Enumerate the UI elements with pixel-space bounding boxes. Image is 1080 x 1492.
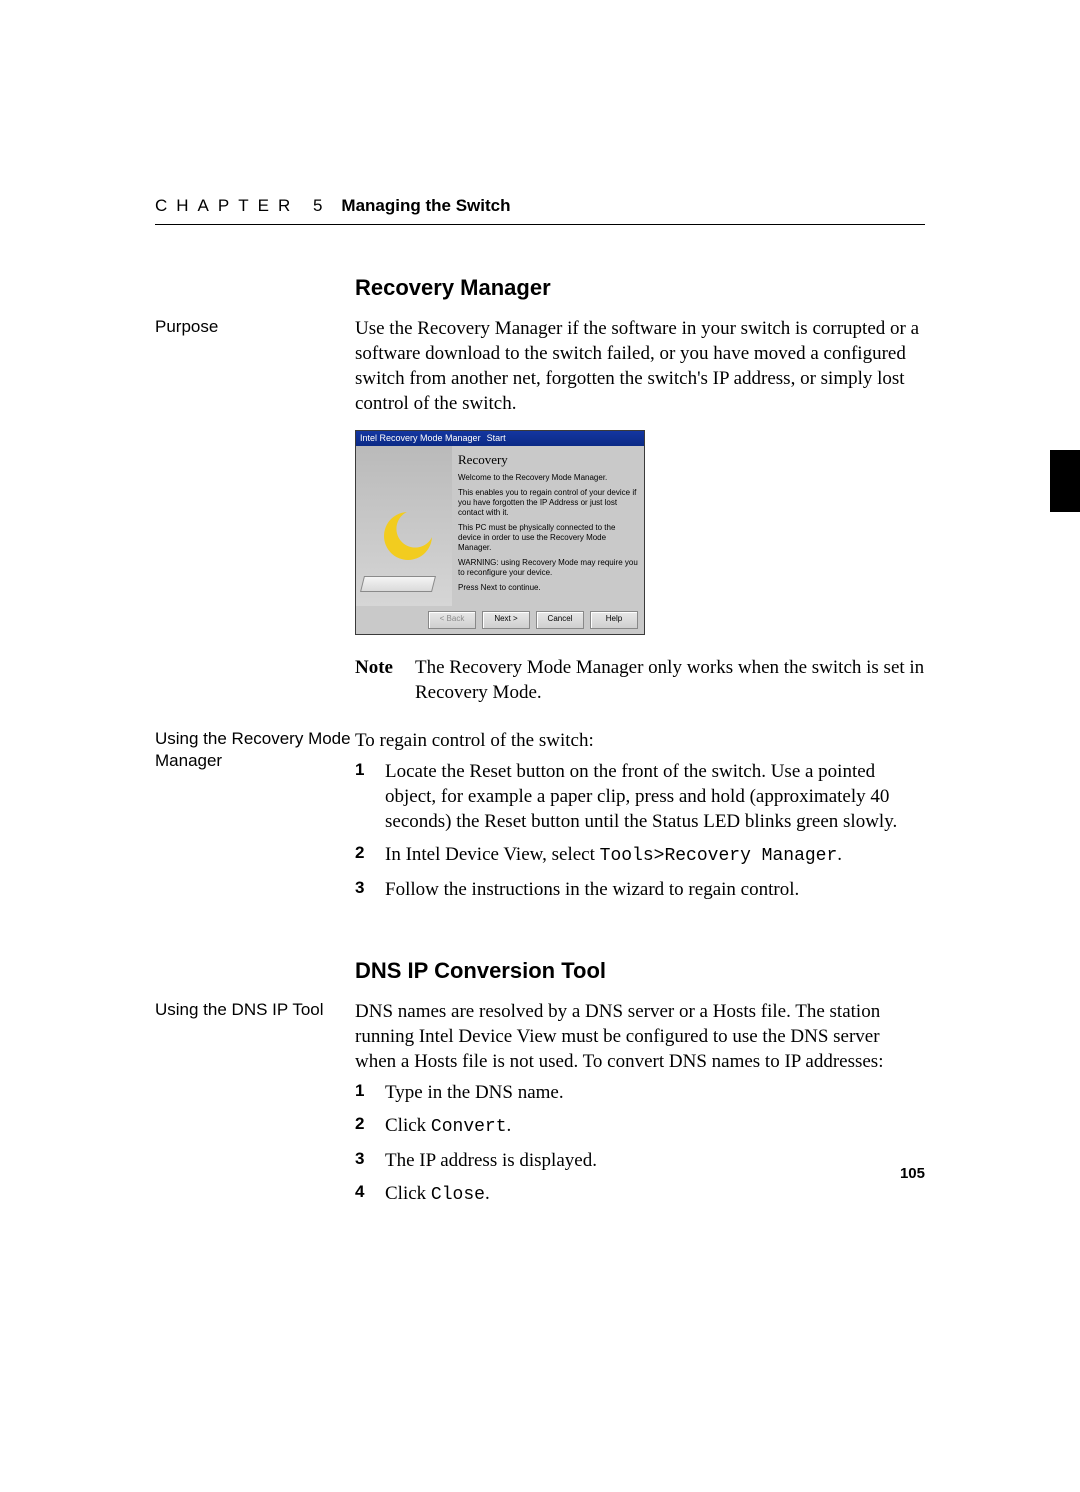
- step-list: Locate the Reset button on the front of …: [355, 759, 925, 902]
- step-text: .: [485, 1183, 490, 1204]
- moon-icon: [384, 512, 432, 560]
- page-number: 105: [900, 1165, 925, 1182]
- chapter-title: Managing the Switch: [341, 196, 510, 216]
- wizard-line: Press Next to continue.: [458, 583, 638, 593]
- next-button[interactable]: Next >: [482, 611, 530, 629]
- section-heading: Recovery Manager: [355, 273, 925, 302]
- section-tab: [1050, 450, 1080, 512]
- step-text: Click: [385, 1183, 431, 1204]
- cancel-button[interactable]: Cancel: [536, 611, 584, 629]
- step-text: Click: [385, 1115, 431, 1136]
- section-row: DNS IP Conversion Tool: [155, 956, 925, 999]
- wizard-button-row: < Back Next > Cancel Help: [356, 606, 644, 634]
- purpose-row: Purpose Use the Recovery Manager if the …: [155, 316, 925, 727]
- note-label: Note: [355, 655, 415, 705]
- note: Note The Recovery Mode Manager only work…: [355, 655, 925, 705]
- list-item: Click Close.: [355, 1181, 925, 1208]
- device-icon: [360, 576, 436, 592]
- note-text: The Recovery Mode Manager only works whe…: [415, 655, 925, 705]
- wizard-line: Welcome to the Recovery Mode Manager.: [458, 473, 638, 483]
- step-text: Type in the DNS name.: [385, 1082, 564, 1103]
- running-header: CHAPTER 5 Managing the Switch: [155, 196, 925, 216]
- list-item: Type in the DNS name.: [355, 1080, 925, 1105]
- sidebar-label: Using the Recovery Mode Manager: [155, 728, 355, 774]
- list-item: The IP address is displayed.: [355, 1148, 925, 1173]
- ui-path: Convert: [431, 1117, 507, 1137]
- body-text: To regain control of the switch:: [355, 728, 925, 753]
- wizard-sidebar-image: [356, 446, 452, 606]
- content: Recovery Manager Purpose Use the Recover…: [155, 273, 925, 1216]
- list-item: Follow the instructions in the wizard to…: [355, 877, 925, 902]
- list-item: Click Convert.: [355, 1113, 925, 1140]
- section-row: Recovery Manager: [155, 273, 925, 316]
- back-button[interactable]: < Back: [428, 611, 476, 629]
- step-text: In Intel Device View, select: [385, 844, 600, 865]
- help-button[interactable]: Help: [590, 611, 638, 629]
- chapter-label: CHAPTER 5: [155, 196, 331, 216]
- list-item: Locate the Reset button on the front of …: [355, 759, 925, 834]
- step-text: Locate the Reset button on the front of …: [385, 761, 897, 832]
- wizard-heading: Recovery: [458, 452, 638, 468]
- header-rule: [155, 224, 925, 225]
- using-row: Using the Recovery Mode Manager To regai…: [155, 728, 925, 910]
- wizard-text-pane: Recovery Welcome to the Recovery Mode Ma…: [452, 446, 644, 606]
- wizard-line: WARNING: using Recovery Mode may require…: [458, 558, 638, 578]
- step-text: Follow the instructions in the wizard to…: [385, 879, 799, 900]
- sidebar-label: Using the DNS IP Tool: [155, 999, 355, 1022]
- body-text: DNS names are resolved by a DNS server o…: [355, 999, 925, 1074]
- body-text: Use the Recovery Manager if the software…: [355, 316, 925, 416]
- dns-row: Using the DNS IP Tool DNS names are reso…: [155, 999, 925, 1216]
- ui-path: Close: [431, 1185, 485, 1205]
- sidebar-label: Purpose: [155, 316, 355, 339]
- section-heading: DNS IP Conversion Tool: [355, 956, 925, 985]
- step-list: Type in the DNS name. Click Convert. The…: [355, 1080, 925, 1208]
- wizard-subtitle: Start: [487, 433, 506, 445]
- page: CHAPTER 5 Managing the Switch Recovery M…: [0, 0, 1080, 1492]
- step-text: .: [837, 844, 842, 865]
- wizard-title: Intel Recovery Mode Manager: [360, 433, 481, 445]
- step-text: The IP address is displayed.: [385, 1150, 597, 1171]
- wizard-line: This enables you to regain control of yo…: [458, 488, 638, 518]
- wizard-screenshot: Intel Recovery Mode Manager Start Recove…: [355, 430, 645, 635]
- list-item: In Intel Device View, select Tools>Recov…: [355, 842, 925, 869]
- wizard-titlebar: Intel Recovery Mode Manager Start: [356, 431, 644, 446]
- step-text: .: [507, 1115, 512, 1136]
- ui-path: Tools>Recovery Manager: [600, 846, 838, 866]
- wizard-line: This PC must be physically connected to …: [458, 523, 638, 553]
